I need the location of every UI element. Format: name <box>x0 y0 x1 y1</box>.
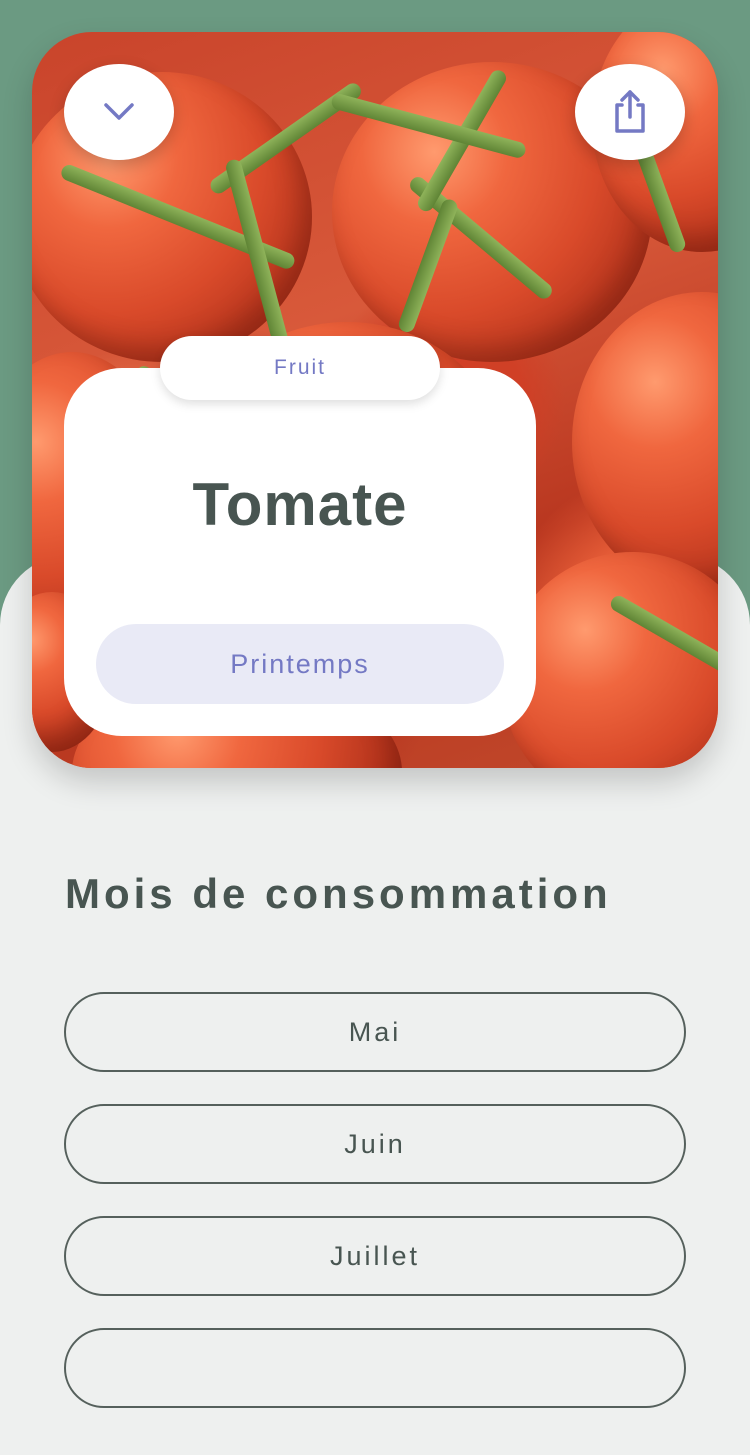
category-badge: Fruit <box>160 336 440 400</box>
chevron-down-icon <box>104 103 134 120</box>
month-item-mai[interactable]: Mai <box>64 992 686 1072</box>
month-item-juin[interactable]: Juin <box>64 1104 686 1184</box>
consumption-section-title: Mois de consommation <box>65 870 612 917</box>
product-title: Tomate <box>192 471 408 538</box>
share-icon <box>615 90 645 133</box>
share-button[interactable] <box>575 64 685 160</box>
collapse-button[interactable] <box>64 64 174 160</box>
season-badge: Printemps <box>96 624 504 704</box>
month-item-juillet[interactable]: Juillet <box>64 1216 686 1296</box>
month-item-next[interactable] <box>64 1328 686 1408</box>
